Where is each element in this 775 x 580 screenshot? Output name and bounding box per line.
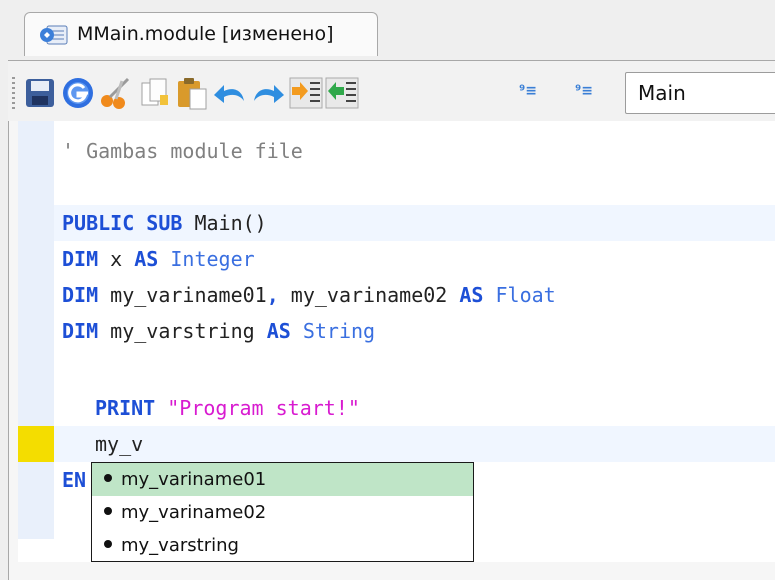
tab-mmain-module[interactable]: MMain.module [изменено] xyxy=(24,12,378,56)
current-line-marker xyxy=(18,426,54,462)
tab-bar: MMain.module [изменено] xyxy=(0,0,775,60)
module-icon xyxy=(39,23,69,47)
tab-label: MMain.module [изменено] xyxy=(77,23,334,45)
autocomplete-item[interactable]: my_variname02 xyxy=(92,496,473,529)
code-line-4: DIM x AS Integer xyxy=(62,247,255,271)
procedure-select[interactable]: Main xyxy=(625,72,775,114)
editor-gutter[interactable] xyxy=(18,121,54,539)
autocomplete-popup: my_variname01 my_variname02 my_varstring xyxy=(91,462,474,562)
toolbar: ⁹≡ ⁹≡ Main xyxy=(8,61,775,121)
undo-icon[interactable] xyxy=(212,75,248,111)
indent-icon[interactable] xyxy=(288,75,324,111)
paste-icon[interactable] xyxy=(174,75,210,111)
copy-icon[interactable] xyxy=(136,75,172,111)
procedure-select-value: Main xyxy=(638,81,686,105)
current-line-highlight xyxy=(54,426,775,462)
bullet-icon xyxy=(104,474,112,482)
bullet-icon xyxy=(104,507,112,515)
cut-icon[interactable] xyxy=(98,75,134,111)
code-line-1: ' Gambas module file xyxy=(62,139,303,163)
redo-icon[interactable] xyxy=(250,75,286,111)
autocomplete-item[interactable]: my_variname01 xyxy=(92,463,473,496)
unindent-icon[interactable] xyxy=(324,75,360,111)
toolbar-grip-icon[interactable] xyxy=(12,77,15,111)
code-line-5: DIM my_variname01, my_variname02 AS Floa… xyxy=(62,283,556,307)
bullet-icon xyxy=(104,540,112,548)
autocomplete-item[interactable]: my_varstring xyxy=(92,529,473,562)
save-icon[interactable] xyxy=(22,75,58,111)
code-line-10: EN xyxy=(62,468,87,492)
code-line-6: DIM my_varstring AS String xyxy=(62,319,376,343)
code-line-9: my_v xyxy=(95,426,143,462)
bookmark-next-icon[interactable]: ⁹≡ xyxy=(569,83,599,99)
typing-text: my_v xyxy=(95,432,144,456)
bookmark-icon[interactable]: ⁹≡ xyxy=(513,83,543,99)
code-line-3: PUBLIC SUB Main() xyxy=(62,211,267,235)
code-line-8: PRINT "Program start!" xyxy=(95,396,360,420)
compile-icon[interactable] xyxy=(60,75,96,111)
